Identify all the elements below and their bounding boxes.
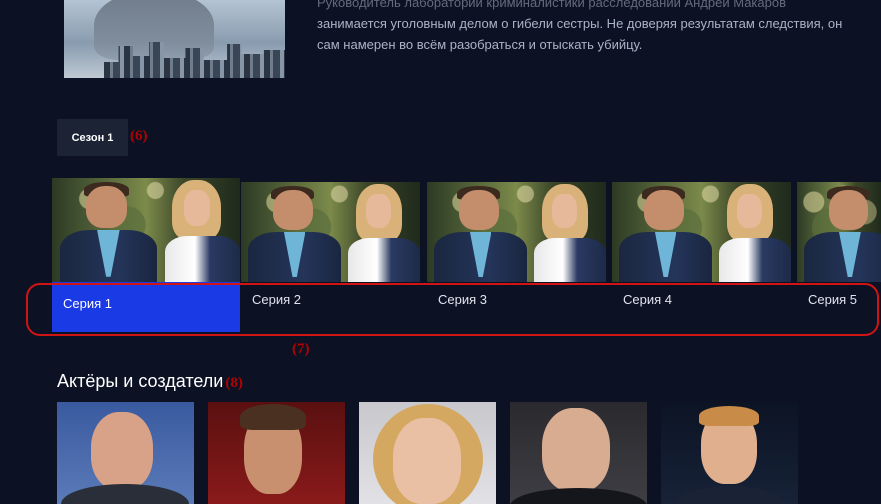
cast-card-2[interactable] xyxy=(208,402,345,504)
episode-card-5[interactable]: Серия 5 xyxy=(797,182,881,332)
episode-card-1[interactable]: Серия 1 xyxy=(52,178,240,332)
series-poster xyxy=(64,0,285,78)
page: Руководитель лаборатории криминалистики … xyxy=(0,0,881,504)
cast-card-4[interactable] xyxy=(510,402,647,504)
episode-label: Серия 1 xyxy=(52,282,240,332)
episode-thumbnail xyxy=(612,182,791,282)
annotation-marker-6: (6) xyxy=(130,128,148,144)
episode-thumbnail xyxy=(797,182,881,282)
episode-label: Серия 5 xyxy=(808,292,857,307)
cast-heading-text: Актёры и создатели xyxy=(57,371,224,391)
cast-card-5[interactable] xyxy=(661,402,798,504)
episode-thumbnail xyxy=(52,178,240,282)
episode-card-3[interactable]: Серия 3 xyxy=(427,182,606,332)
cast-card-1[interactable] xyxy=(57,402,194,504)
season-tab-label: Сезон 1 xyxy=(71,131,114,144)
series-description: Руководитель лаборатории криминалистики … xyxy=(317,0,857,55)
cast-heading: Актёры и создатели (8) xyxy=(57,371,243,392)
episode-label: Серия 3 xyxy=(438,292,487,307)
episode-label: Серия 4 xyxy=(623,292,672,307)
description-line-top: Руководитель лаборатории криминалистики … xyxy=(317,0,786,10)
episode-card-4[interactable]: Серия 4 xyxy=(612,182,791,332)
annotation-marker-7: (7) xyxy=(292,341,310,357)
episode-thumbnail xyxy=(241,182,420,282)
cast-card-3[interactable] xyxy=(359,402,496,504)
episode-card-2[interactable]: Серия 2 xyxy=(241,182,420,332)
annotation-marker-8: (8) xyxy=(225,375,243,391)
episode-label: Серия 2 xyxy=(252,292,301,307)
episode-thumbnail xyxy=(427,182,606,282)
description-text: занимается уголовным делом о гибели сест… xyxy=(317,16,843,52)
tab-season-1[interactable]: Сезон 1 xyxy=(57,119,128,156)
